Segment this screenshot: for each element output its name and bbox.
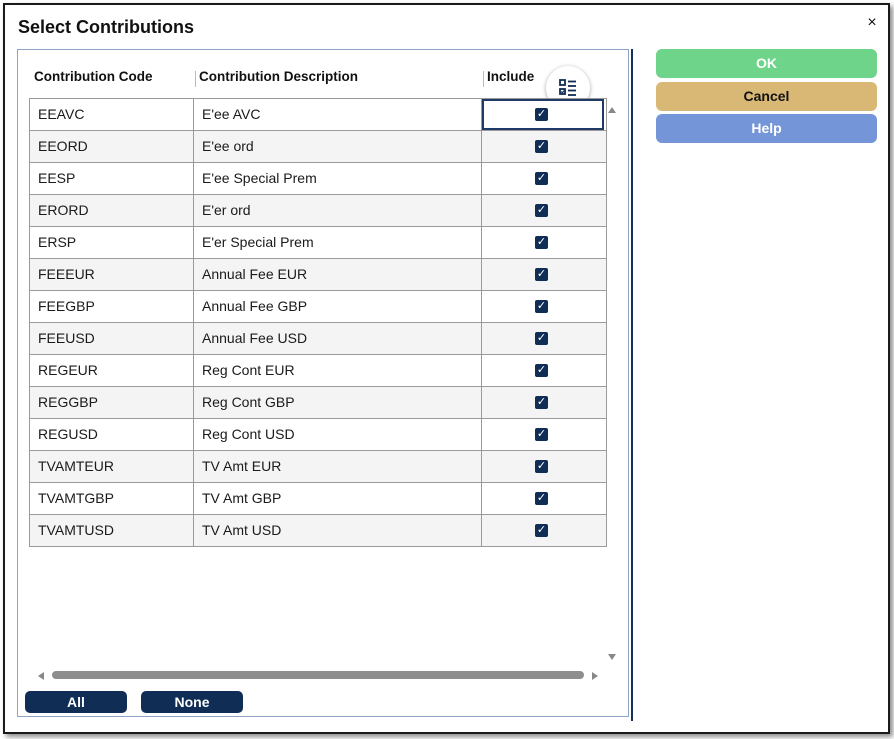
close-icon[interactable]: × (864, 15, 880, 31)
include-checkbox[interactable]: ✓ (535, 140, 548, 153)
contribution-description-cell: TV Amt USD (194, 515, 482, 546)
include-checkbox[interactable]: ✓ (535, 108, 548, 121)
contribution-code-cell: EEAVC (30, 99, 194, 130)
contribution-description-cell: Annual Fee EUR (194, 259, 482, 290)
header-include[interactable]: Include (487, 69, 534, 84)
include-cell[interactable]: ✓ (482, 259, 604, 290)
table-row[interactable]: REGUSD Reg Cont USD ✓ (30, 419, 606, 451)
table-row[interactable]: FEEUSD Annual Fee USD ✓ (30, 323, 606, 355)
include-checkbox[interactable]: ✓ (535, 172, 548, 185)
include-cell[interactable]: ✓ (482, 291, 604, 322)
include-checkbox[interactable]: ✓ (535, 332, 548, 345)
include-cell[interactable]: ✓ (482, 227, 604, 258)
scroll-up-arrow-icon[interactable] (608, 107, 616, 113)
include-cell[interactable]: ✓ (482, 355, 604, 386)
include-cell[interactable]: ✓ (482, 163, 604, 194)
table-row[interactable]: FEEEUR Annual Fee EUR ✓ (30, 259, 606, 291)
header-contribution-code[interactable]: Contribution Code (34, 69, 152, 84)
table-row[interactable]: TVAMTUSD TV Amt USD ✓ (30, 515, 606, 546)
contribution-code-cell: EEORD (30, 131, 194, 162)
contribution-description-cell: E'ee AVC (194, 99, 482, 130)
select-contributions-dialog: Select Contributions × Contribution Code… (3, 3, 890, 734)
table-row[interactable]: ERORD E'er ord ✓ (30, 195, 606, 227)
include-checkbox[interactable]: ✓ (535, 396, 548, 409)
contribution-description-cell: E'er ord (194, 195, 482, 226)
cancel-button[interactable]: Cancel (656, 82, 877, 111)
contribution-description-cell: E'er Special Prem (194, 227, 482, 258)
table-row[interactable]: TVAMTGBP TV Amt GBP ✓ (30, 483, 606, 515)
contribution-code-cell: FEEUSD (30, 323, 194, 354)
include-checkbox[interactable]: ✓ (535, 492, 548, 505)
dialog-title: Select Contributions (18, 17, 195, 37)
table-row[interactable]: REGEUR Reg Cont EUR ✓ (30, 355, 606, 387)
contribution-code-cell: TVAMTUSD (30, 515, 194, 546)
select-all-button[interactable]: All (25, 691, 127, 713)
contributions-panel: Contribution Code Contribution Descripti… (17, 49, 629, 717)
include-cell[interactable]: ✓ (482, 483, 604, 514)
contribution-description-cell: Annual Fee USD (194, 323, 482, 354)
include-cell[interactable]: ✓ (482, 195, 604, 226)
table-row[interactable]: TVAMTEUR TV Amt EUR ✓ (30, 451, 606, 483)
scroll-left-arrow-icon[interactable] (38, 672, 44, 680)
contribution-code-cell: ERORD (30, 195, 194, 226)
include-checkbox[interactable]: ✓ (535, 268, 548, 281)
contributions-grid: Contribution Code Contribution Descripti… (20, 52, 621, 684)
contribution-description-cell: Reg Cont USD (194, 419, 482, 450)
table-row[interactable]: FEEGBP Annual Fee GBP ✓ (30, 291, 606, 323)
contributions-rows: EEAVC E'ee AVC ✓ EEORD E'ee ord ✓ EESP E'ee Spe… (29, 98, 607, 547)
header-divider (483, 71, 484, 87)
ok-button[interactable]: OK (656, 49, 877, 78)
scroll-right-arrow-icon[interactable] (592, 672, 598, 680)
table-row[interactable]: EESP E'ee Special Prem ✓ (30, 163, 606, 195)
contribution-code-cell: ERSP (30, 227, 194, 258)
include-checkbox[interactable]: ✓ (535, 428, 548, 441)
include-cell[interactable]: ✓ (482, 323, 604, 354)
include-cell[interactable]: ✓ (482, 387, 604, 418)
contribution-description-cell: TV Amt GBP (194, 483, 482, 514)
contribution-description-cell: TV Amt EUR (194, 451, 482, 482)
select-none-button[interactable]: None (141, 691, 243, 713)
contribution-code-cell: TVAMTGBP (30, 483, 194, 514)
panel-divider (631, 49, 633, 721)
include-checkbox[interactable]: ✓ (535, 364, 548, 377)
contribution-code-cell: FEEEUR (30, 259, 194, 290)
contribution-code-cell: REGEUR (30, 355, 194, 386)
contribution-description-cell: E'ee Special Prem (194, 163, 482, 194)
include-checkbox[interactable]: ✓ (535, 300, 548, 313)
contribution-description-cell: Annual Fee GBP (194, 291, 482, 322)
contribution-code-cell: TVAMTEUR (30, 451, 194, 482)
column-chooser-icon (559, 79, 576, 96)
table-row[interactable]: ERSP E'er Special Prem ✓ (30, 227, 606, 259)
scroll-down-arrow-icon[interactable] (608, 654, 616, 660)
table-row[interactable]: EEAVC E'ee AVC ✓ (30, 99, 606, 131)
include-checkbox[interactable]: ✓ (535, 524, 548, 537)
include-checkbox[interactable]: ✓ (535, 236, 548, 249)
contribution-code-cell: FEEGBP (30, 291, 194, 322)
contribution-code-cell: REGGBP (30, 387, 194, 418)
contribution-code-cell: REGUSD (30, 419, 194, 450)
table-row[interactable]: EEORD E'ee ord ✓ (30, 131, 606, 163)
header-contribution-description[interactable]: Contribution Description (199, 69, 358, 84)
contribution-description-cell: Reg Cont EUR (194, 355, 482, 386)
include-cell[interactable]: ✓ (482, 131, 604, 162)
table-row[interactable]: REGGBP Reg Cont GBP ✓ (30, 387, 606, 419)
header-divider (195, 71, 196, 87)
include-cell[interactable]: ✓ (482, 99, 604, 130)
help-button[interactable]: Help (656, 114, 877, 143)
include-checkbox[interactable]: ✓ (535, 204, 548, 217)
include-cell[interactable]: ✓ (482, 451, 604, 482)
contribution-description-cell: E'ee ord (194, 131, 482, 162)
include-checkbox[interactable]: ✓ (535, 460, 548, 473)
contribution-description-cell: Reg Cont GBP (194, 387, 482, 418)
contribution-code-cell: EESP (30, 163, 194, 194)
include-cell[interactable]: ✓ (482, 419, 604, 450)
include-cell[interactable]: ✓ (482, 515, 604, 546)
horizontal-scrollbar-thumb[interactable] (52, 671, 584, 679)
